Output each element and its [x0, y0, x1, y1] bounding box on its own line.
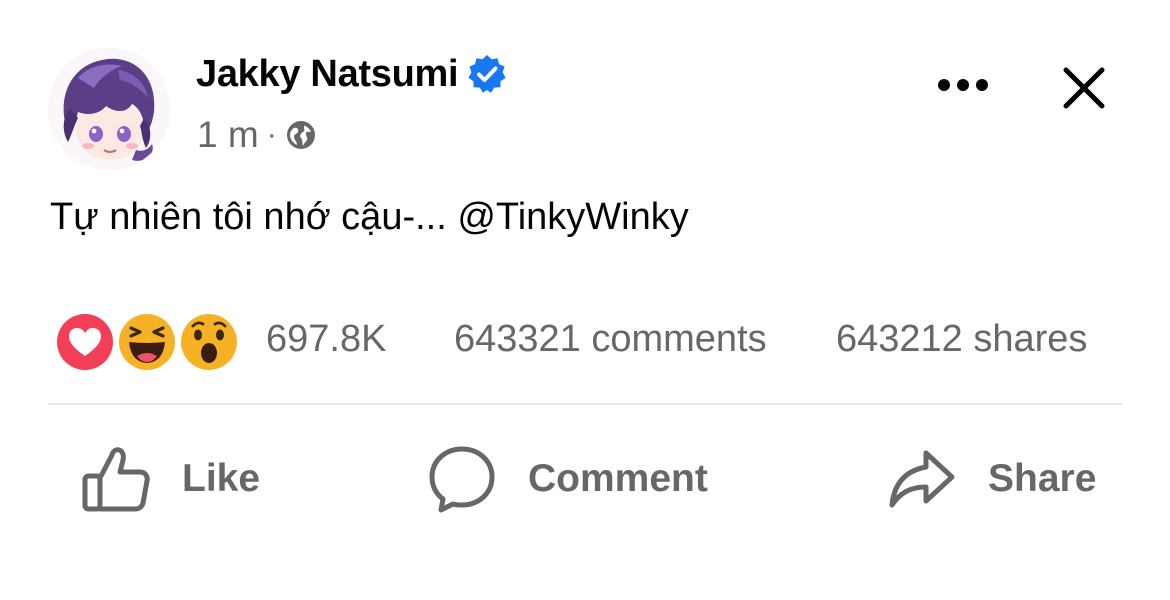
like-label: Like — [182, 457, 261, 500]
divider — [48, 403, 1122, 405]
post-text: Tự nhiên tôi nhớ cậu-... @TinkyWinky — [50, 196, 689, 238]
meta-separator: · — [266, 118, 277, 151]
comment-label: Comment — [528, 457, 708, 500]
more-dots-icon — [938, 79, 988, 91]
author-name[interactable]: Jakky Natsumi — [196, 53, 459, 96]
comment-button[interactable]: Comment — [426, 436, 708, 522]
shares-count[interactable]: 643212 shares — [836, 318, 1087, 361]
share-arrow-icon — [889, 450, 955, 508]
comment-bubble-icon — [429, 446, 495, 513]
verified-badge-icon — [466, 53, 508, 95]
post-meta: 1 m · — [197, 112, 317, 158]
share-button[interactable]: Share — [886, 436, 1096, 522]
reaction-count[interactable]: 697.8K — [266, 318, 386, 361]
haha-reaction-icon — [116, 311, 178, 373]
avatar[interactable] — [48, 48, 170, 170]
reaction-icons[interactable] — [53, 310, 243, 374]
close-button[interactable] — [1054, 58, 1114, 118]
author-row: Jakky Natsumi — [196, 52, 508, 96]
share-label: Share — [988, 457, 1097, 500]
close-icon — [1063, 67, 1105, 109]
globe-icon[interactable] — [285, 119, 317, 151]
love-reaction-icon — [54, 311, 116, 373]
wow-reaction-icon — [178, 311, 240, 373]
more-options-button[interactable] — [930, 60, 996, 110]
like-button[interactable]: Like — [80, 436, 260, 522]
post-card: Jakky Natsumi 1 m · Tự nhiên tôi nhớ cậu… — [0, 0, 1170, 600]
post-time[interactable]: 1 m — [197, 114, 259, 156]
comments-count[interactable]: 643321 comments — [454, 318, 767, 361]
thumbs-up-icon — [82, 447, 150, 512]
